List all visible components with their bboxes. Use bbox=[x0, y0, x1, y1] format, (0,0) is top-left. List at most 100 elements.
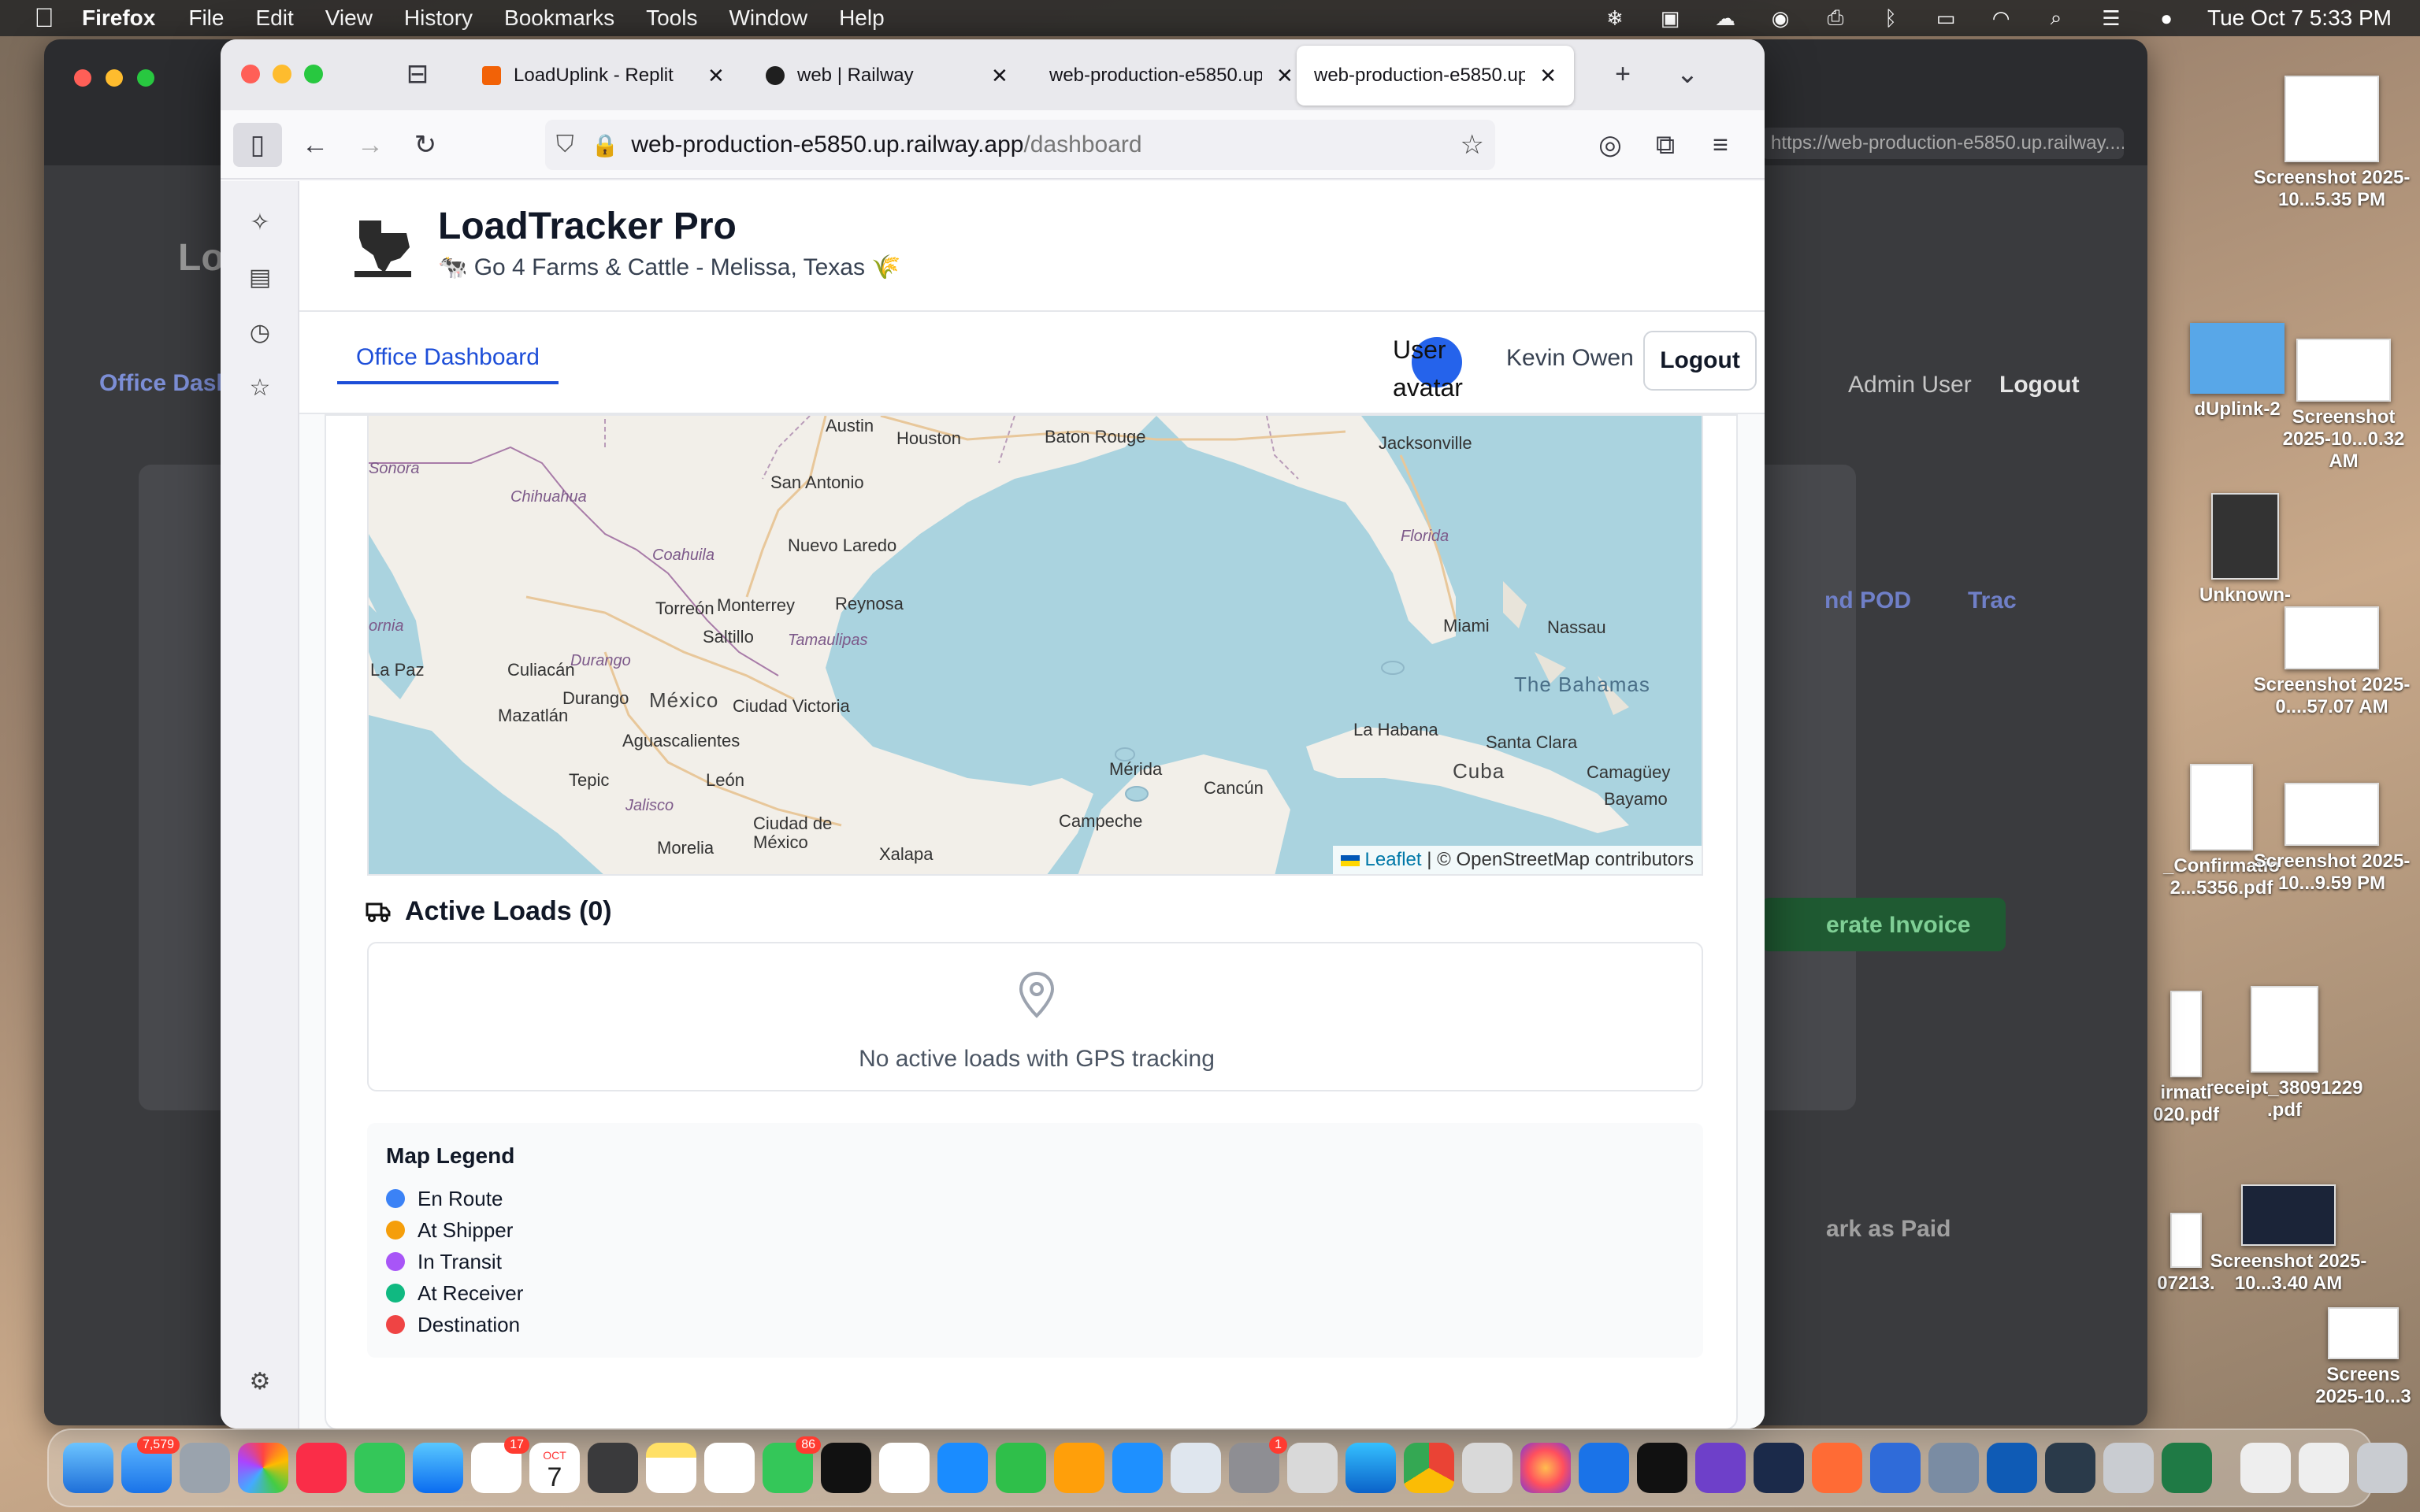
battery-icon[interactable]: ▭ bbox=[1932, 6, 1960, 30]
unknown-app-icon[interactable] bbox=[1287, 1443, 1338, 1493]
desktop-image-file[interactable]: Unknown- bbox=[2174, 493, 2316, 606]
desktop-screenshot-file[interactable]: Screenshot 2025-10...0.32 AM bbox=[2269, 339, 2418, 472]
sidebar-toggle-icon[interactable]: ▯ bbox=[233, 123, 282, 167]
chrome-icon[interactable] bbox=[1404, 1443, 1454, 1493]
tab-railway[interactable]: web | Railway ✕ bbox=[748, 46, 1032, 106]
desktop-file[interactable]: 07213. bbox=[2143, 1213, 2229, 1295]
recent-document-icon[interactable] bbox=[2240, 1443, 2291, 1493]
close-window-icon[interactable] bbox=[241, 65, 260, 83]
firefox-icon[interactable] bbox=[1520, 1443, 1571, 1493]
snowflake-icon[interactable]: ❄ bbox=[1601, 6, 1629, 30]
downloads-stack-icon[interactable] bbox=[2299, 1443, 2349, 1493]
system-settings-icon[interactable]: 1 bbox=[1229, 1436, 1287, 1493]
mail-icon[interactable]: 7,579 bbox=[121, 1436, 180, 1493]
photos-icon[interactable] bbox=[238, 1443, 288, 1493]
tab-web-production-active[interactable]: web-production-e5850.up ✕ bbox=[1297, 46, 1574, 106]
outlook-icon[interactable] bbox=[1987, 1443, 2037, 1493]
extensions-icon[interactable]: ⧉ bbox=[1646, 126, 1684, 164]
office-icon[interactable]: ▣ bbox=[1656, 6, 1684, 30]
vscode-icon[interactable] bbox=[1754, 1443, 1804, 1493]
customize-sidebar-gear-icon[interactable]: ⚙ bbox=[244, 1366, 276, 1397]
gps-map[interactable]: Austin Houston Baton Rouge Jacksonville … bbox=[367, 416, 1703, 876]
back-icon[interactable]: ← bbox=[296, 126, 334, 164]
facetime-icon[interactable] bbox=[354, 1443, 405, 1493]
menu-file[interactable]: File bbox=[188, 6, 224, 31]
desktop-pdf-file[interactable]: irmati 020.pdf bbox=[2143, 991, 2229, 1126]
close-tab-icon[interactable]: ✕ bbox=[707, 64, 725, 88]
excel-icon[interactable] bbox=[2162, 1443, 2212, 1493]
menu-clock[interactable]: Tue Oct 7 5:33 PM bbox=[2207, 6, 2392, 31]
trash-icon[interactable] bbox=[2357, 1443, 2407, 1493]
bookmark-star-icon[interactable]: ☆ bbox=[1461, 129, 1484, 161]
shield-icon[interactable]: ⛉ bbox=[556, 132, 574, 158]
siri-icon[interactable]: ● bbox=[2152, 6, 2181, 30]
history-icon[interactable]: ◷ bbox=[244, 317, 276, 348]
firefox-window[interactable]: ⊟ LoadUplink - Replit ✕ web | Railway ✕ … bbox=[221, 39, 1765, 1429]
bookmarks-icon[interactable]: ☆ bbox=[244, 372, 276, 403]
menu-edit[interactable]: Edit bbox=[255, 6, 293, 31]
desktop-screenshot-file[interactable]: Screens 2025-10...3 bbox=[2308, 1307, 2418, 1408]
printer-icon[interactable]: ⎙ bbox=[1821, 6, 1850, 30]
account-icon[interactable]: ◎ bbox=[1591, 126, 1629, 164]
ai-chatbot-icon[interactable]: ✧ bbox=[244, 206, 276, 238]
numbers-icon[interactable] bbox=[996, 1443, 1046, 1493]
menu-app-name[interactable]: Firefox bbox=[82, 6, 155, 31]
tab-web-production[interactable]: web-production-e5850.up ✕ bbox=[1032, 46, 1316, 106]
list-all-tabs-icon[interactable]: ⌄ bbox=[1668, 55, 1706, 93]
menu-tools[interactable]: Tools bbox=[646, 6, 697, 31]
lock-icon[interactable]: 🔒 bbox=[592, 132, 619, 158]
desktop-screenshot-file[interactable]: Screenshot 2025-10...9.59 PM bbox=[2253, 783, 2411, 895]
chatgpt-app-icon[interactable] bbox=[1637, 1443, 1687, 1493]
freeform-icon[interactable] bbox=[704, 1443, 755, 1493]
logout-button[interactable]: Logout bbox=[1643, 331, 1757, 391]
edge-icon[interactable] bbox=[1345, 1443, 1396, 1493]
news-icon[interactable] bbox=[879, 1443, 930, 1493]
file-manager-icon[interactable] bbox=[2103, 1443, 2154, 1493]
background-logout-button[interactable]: Logout bbox=[1999, 372, 2080, 398]
background-url-field[interactable]: https://web-production-e5850.up.railway.… bbox=[1761, 128, 2124, 159]
messages-icon[interactable]: 86 bbox=[763, 1436, 821, 1493]
finder-icon[interactable] bbox=[63, 1443, 113, 1493]
reminders-icon[interactable]: 17 bbox=[471, 1436, 529, 1493]
menu-history[interactable]: History bbox=[404, 6, 473, 31]
zoom-window-icon[interactable] bbox=[304, 65, 323, 83]
apple-tv-icon[interactable] bbox=[821, 1443, 871, 1493]
close-tab-icon[interactable]: ✕ bbox=[1276, 64, 1294, 88]
leaflet-link[interactable]: Leaflet bbox=[1365, 849, 1422, 870]
close-tab-icon[interactable]: ✕ bbox=[991, 64, 1008, 88]
url-bar[interactable]: ⛉ 🔒 web-production-e5850.up.railway.app … bbox=[545, 120, 1495, 170]
cloud-app-icon[interactable] bbox=[1812, 1443, 1862, 1493]
notes-icon[interactable] bbox=[646, 1443, 696, 1493]
close-tab-icon[interactable]: ✕ bbox=[1539, 64, 1557, 88]
background-pod-button[interactable]: nd POD bbox=[1824, 587, 1911, 614]
reload-icon[interactable]: ↻ bbox=[406, 126, 444, 164]
chatgpt-icon[interactable]: ◉ bbox=[1766, 6, 1795, 30]
spotlight-search-icon[interactable]: ⌕ bbox=[2042, 6, 2070, 30]
tab-overview-icon[interactable]: ⊟ bbox=[399, 55, 436, 93]
unknown-app-icon[interactable] bbox=[1462, 1443, 1512, 1493]
desktop-screenshot-file[interactable]: Screenshot 2025-10...3.40 AM bbox=[2206, 1184, 2371, 1295]
background-tab[interactable]: Office Dash bbox=[99, 370, 231, 397]
forward-icon[interactable]: → bbox=[351, 126, 389, 164]
vpn-icon[interactable] bbox=[1171, 1443, 1221, 1493]
calculator-icon[interactable] bbox=[588, 1443, 638, 1493]
tab-office-dashboard[interactable]: Office Dashboard bbox=[337, 334, 559, 384]
bluetooth-icon[interactable]: ᛒ bbox=[1876, 6, 1905, 30]
wifi-icon[interactable]: ◠ bbox=[1987, 6, 2015, 30]
perplexity-icon[interactable] bbox=[2045, 1443, 2095, 1493]
apple-menu-icon[interactable]:  bbox=[28, 3, 60, 34]
menu-help[interactable]: Help bbox=[839, 6, 885, 31]
cloud-icon[interactable]: ☁ bbox=[1711, 6, 1739, 30]
menu-hamburger-icon[interactable]: ≡ bbox=[1702, 126, 1739, 164]
menu-window[interactable]: Window bbox=[729, 6, 807, 31]
launchpad-icon[interactable] bbox=[180, 1443, 230, 1493]
minimize-window-icon[interactable] bbox=[273, 65, 291, 83]
scanner-icon[interactable] bbox=[1928, 1443, 1979, 1493]
calendar-icon[interactable]: OCT 7 bbox=[529, 1443, 580, 1493]
keynote-icon[interactable] bbox=[937, 1443, 988, 1493]
minimize-window-icon[interactable] bbox=[106, 69, 123, 87]
new-tab-icon[interactable]: + bbox=[1604, 55, 1642, 93]
background-paid-button[interactable]: ark as Paid bbox=[1826, 1216, 1950, 1243]
app-store-icon[interactable] bbox=[1112, 1443, 1163, 1493]
background-track-button[interactable]: Trac bbox=[1968, 587, 2017, 614]
